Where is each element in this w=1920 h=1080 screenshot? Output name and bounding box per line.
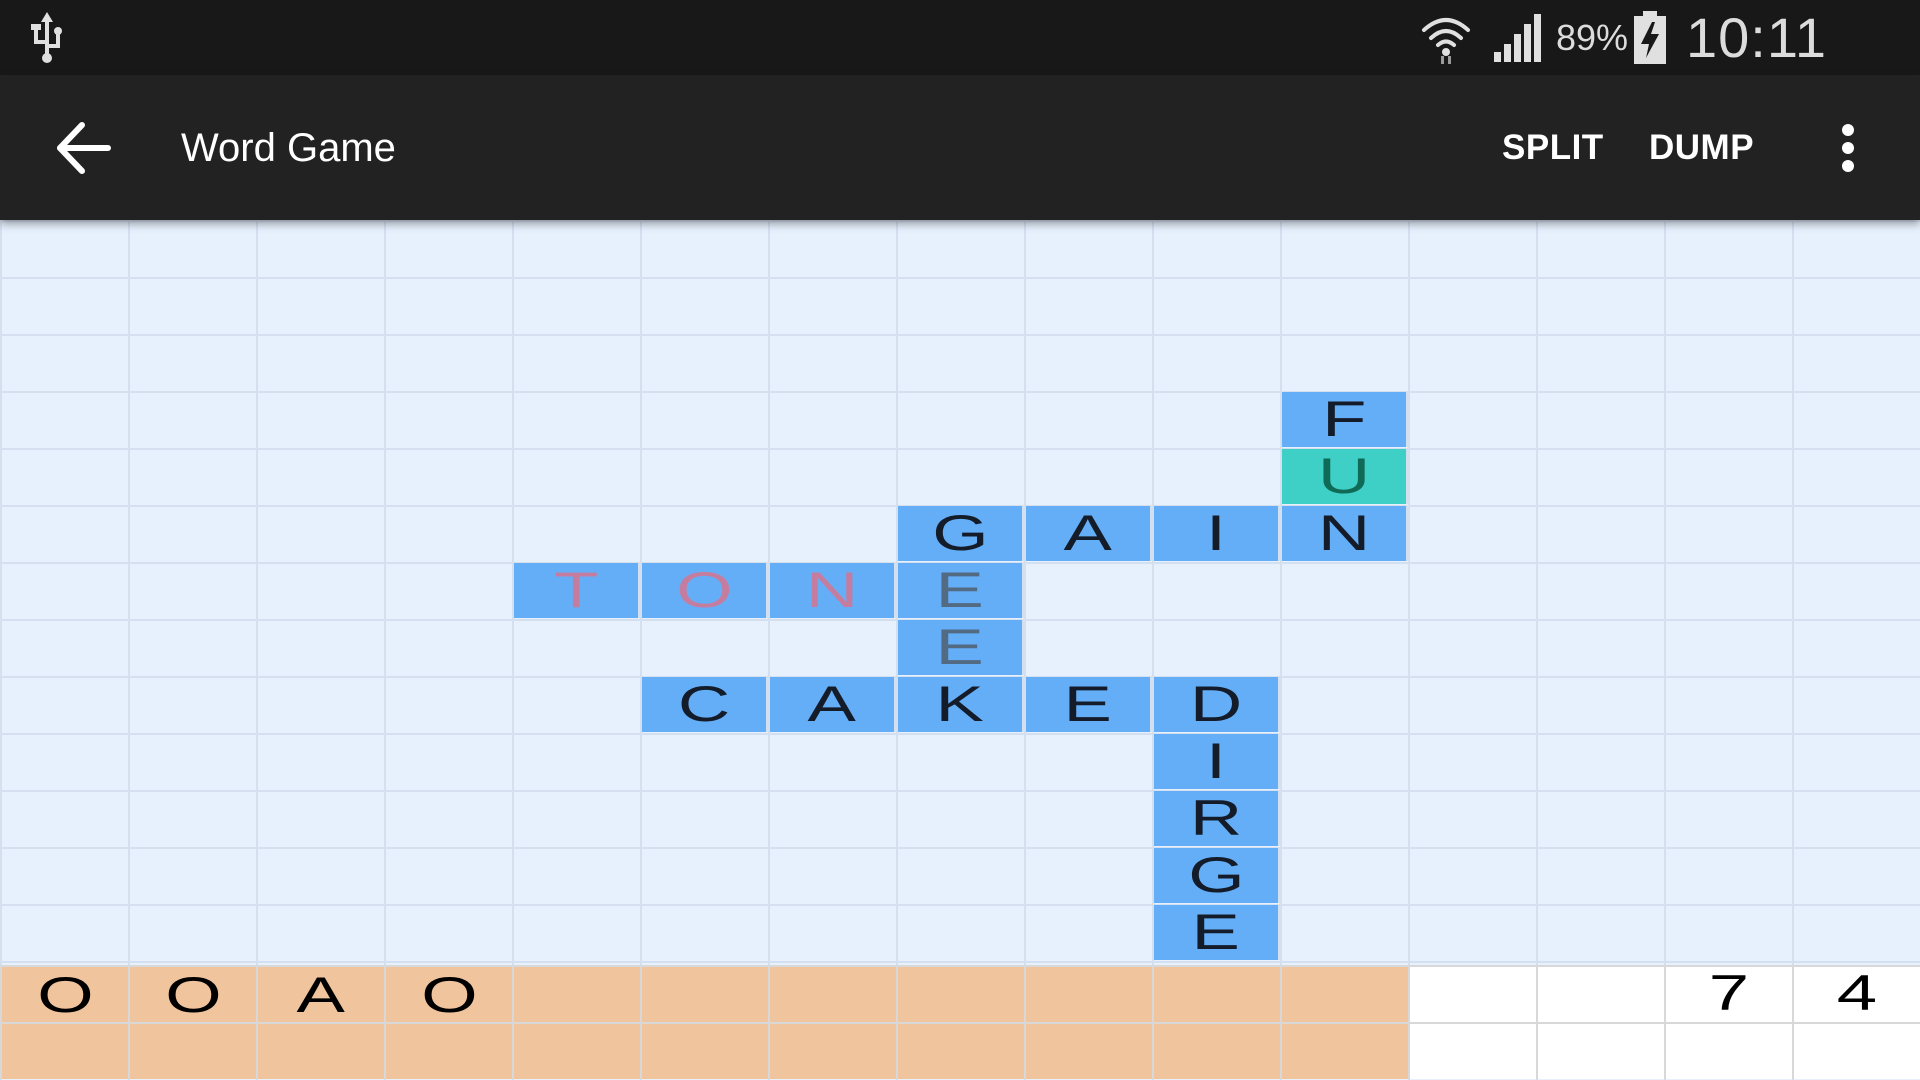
split-button[interactable]: SPLIT	[1502, 125, 1604, 171]
battery-charging-icon	[1634, 11, 1666, 64]
rack-tile[interactable]: O	[130, 967, 256, 1023]
letter-rack[interactable]: O O A O	[0, 965, 1408, 1023]
board-tile[interactable]: K	[898, 677, 1024, 732]
board-tile[interactable]: N	[770, 563, 896, 618]
score-digit: 4	[1836, 964, 1878, 1021]
dump-button[interactable]: DUMP	[1649, 125, 1754, 171]
board-tile[interactable]: C	[642, 677, 768, 732]
rack-tile[interactable]: A	[258, 967, 384, 1023]
board-tile[interactable]: E	[1154, 905, 1280, 960]
board-tile[interactable]: D	[1154, 677, 1280, 732]
more-vert-icon[interactable]	[1826, 118, 1870, 178]
letter-rack-row-2[interactable]	[0, 1022, 1408, 1079]
usb-icon	[31, 12, 62, 63]
board-tile[interactable]: G	[898, 506, 1024, 561]
board-tile-selected[interactable]: U	[1282, 449, 1408, 504]
status-bar: 89% 10:11 PM	[0, 0, 1920, 133]
app-bar: Word Game SPLIT DUMP	[0, 75, 1920, 220]
score-digit: 7	[1708, 964, 1750, 1021]
score-area: 7 4	[1408, 965, 1920, 1079]
board-tile[interactable]: F	[1282, 392, 1408, 447]
page-title: Word Game	[181, 126, 396, 170]
board-tile[interactable]: A	[1026, 506, 1152, 561]
rack-tile[interactable]: O	[386, 967, 512, 1023]
board-tile[interactable]: O	[642, 563, 768, 618]
board-tile[interactable]: I	[1154, 506, 1280, 561]
game-board[interactable]: F U G A I N T O N E E C A K E D I R G E …	[0, 220, 1920, 1080]
board-tile[interactable]: N	[1282, 506, 1408, 561]
arrow-left-icon[interactable]	[52, 115, 118, 181]
board-tile[interactable]: E	[898, 563, 1024, 618]
board-tile[interactable]: E	[1026, 677, 1152, 732]
rack-tile[interactable]: O	[2, 967, 128, 1023]
board-tile[interactable]: A	[770, 677, 896, 732]
board-tile[interactable]: T	[514, 563, 640, 618]
battery-percent: 89%	[1556, 17, 1629, 58]
signal-icon	[1494, 14, 1541, 62]
board-tile[interactable]: I	[1154, 734, 1280, 789]
board-tile[interactable]: R	[1154, 791, 1280, 846]
wifi-icon	[1422, 18, 1470, 64]
board-tile[interactable]: E	[898, 620, 1024, 675]
board-tile[interactable]: G	[1154, 848, 1280, 903]
